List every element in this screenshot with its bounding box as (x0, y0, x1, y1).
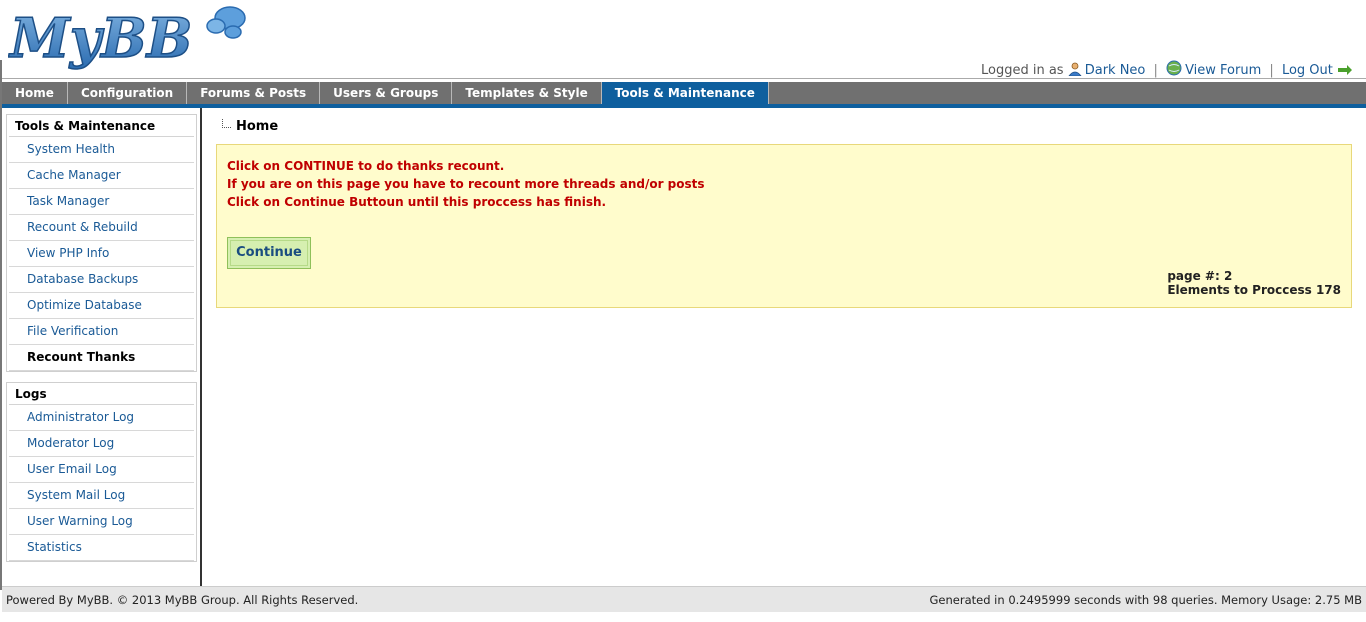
tab-tools-maintenance[interactable]: Tools & Maintenance (601, 82, 769, 104)
sidebar-item-optimize-database[interactable]: Optimize Database (9, 293, 194, 319)
separator: | (1269, 63, 1274, 78)
sidebar-section-title: Tools & Maintenance (9, 115, 194, 137)
log-out-link[interactable]: Log Out (1282, 63, 1333, 78)
user-profile-link[interactable]: Dark Neo (1085, 63, 1146, 78)
tab-home[interactable]: Home (2, 82, 68, 104)
breadcrumb-home[interactable]: Home (236, 119, 278, 134)
header-divider (2, 78, 1366, 79)
logo-text: MyBB (8, 6, 192, 70)
page-number: page #: 2 (1167, 269, 1233, 283)
tab-forums-posts[interactable]: Forums & Posts (187, 82, 321, 104)
sidebar-item-file-verification[interactable]: File Verification (9, 319, 194, 345)
tree-branch-icon (222, 119, 231, 128)
sidebar-item-cache-manager[interactable]: Cache Manager (9, 163, 194, 189)
process-stats: page #: 2 Elements to Proccess 178 (1167, 269, 1341, 297)
sidebar-item-recount-thanks[interactable]: Recount Thanks (9, 345, 194, 371)
footer-generation-info: Generated in 0.2495999 seconds with 98 q… (929, 593, 1362, 607)
sidebar-item-view-php-info[interactable]: View PHP Info (9, 241, 194, 267)
sidebar-item-user-email-log[interactable]: User Email Log (9, 457, 194, 483)
menu-underline (2, 104, 1366, 108)
sidebar-item-moderator-log[interactable]: Moderator Log (9, 431, 194, 457)
sidebar-item-statistics[interactable]: Statistics (9, 535, 194, 561)
tab-users-groups[interactable]: Users & Groups (320, 82, 453, 104)
sidebar-item-recount-rebuild[interactable]: Recount & Rebuild (9, 215, 194, 241)
sidebar-item-user-warning-log[interactable]: User Warning Log (9, 509, 194, 535)
view-forum-link[interactable]: View Forum (1185, 63, 1261, 78)
sidebar: Tools & Maintenance System Health Cache … (2, 108, 202, 586)
recount-notice: Click on CONTINUE to do thanks recount. … (216, 144, 1352, 308)
sidebar-item-database-backups[interactable]: Database Backups (9, 267, 194, 293)
user-bar: Logged in as Dark Neo | View Forum | Log… (981, 60, 1356, 80)
footer-copyright: Powered By MyBB. © 2013 MyBB Group. All … (6, 593, 359, 607)
sidebar-item-system-mail-log[interactable]: System Mail Log (9, 483, 194, 509)
logged-in-label: Logged in as (981, 63, 1064, 78)
sidebar-item-administrator-log[interactable]: Administrator Log (9, 405, 194, 431)
notice-message: Click on CONTINUE to do thanks recount. … (227, 157, 705, 211)
header: MyBB Logged in as Dark Neo | View Forum … (0, 0, 1366, 80)
separator: | (1153, 63, 1158, 78)
sidebar-item-task-manager[interactable]: Task Manager (9, 189, 194, 215)
mybb-logo-image: MyBB (8, 5, 246, 71)
sidebar-section-tools: Tools & Maintenance System Health Cache … (6, 114, 197, 372)
notice-line: Click on CONTINUE to do thanks recount. (227, 159, 505, 173)
sidebar-item-system-health[interactable]: System Health (9, 137, 194, 163)
tab-configuration[interactable]: Configuration (68, 82, 188, 104)
sidebar-section-logs: Logs Administrator Log Moderator Log Use… (6, 382, 197, 562)
notice-line: If you are on this page you have to reco… (227, 177, 705, 191)
sidebar-section-title: Logs (9, 383, 194, 405)
continue-button[interactable]: Continue (227, 237, 311, 269)
footer: Powered By MyBB. © 2013 MyBB Group. All … (2, 586, 1366, 612)
notice-line: Click on Continue Buttoun until this pro… (227, 195, 607, 209)
mybb-logo[interactable]: MyBB (8, 2, 248, 72)
main-menu: Home Configuration Forums & Posts Users … (2, 82, 1366, 104)
globe-icon (1166, 60, 1182, 80)
elements-to-process: Elements to Proccess 178 (1167, 283, 1341, 297)
tab-templates-style[interactable]: Templates & Style (452, 82, 602, 104)
